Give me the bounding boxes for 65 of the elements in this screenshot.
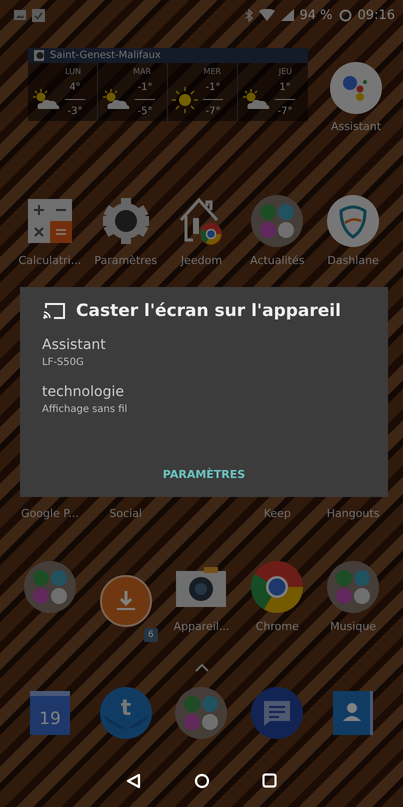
low-temperature: -7° [206,106,220,117]
app-label: Social [109,507,142,520]
app-label: Google P... [21,507,79,520]
folder-icon[interactable] [251,195,304,247]
gear-icon[interactable] [102,197,150,245]
cast-icon [42,302,66,320]
folder-icon[interactable] [327,561,380,613]
app-label: Actualités [250,254,304,267]
app-label: Appareil... [174,620,230,633]
clock-text: 09:16 [358,8,395,22]
app-label: Keep [264,507,291,520]
settings-button[interactable]: PARAMÈTRES [154,464,254,485]
wifi-icon [258,9,274,21]
sun-icon [172,86,198,112]
home-icon[interactable] [194,773,210,789]
check-icon [32,8,45,22]
battery-text: 94 % [300,8,333,22]
device-item[interactable]: Assistant LF-S50G [42,337,366,368]
app-label: Dashlane [327,254,379,267]
download-icon[interactable] [100,575,152,627]
calculator-icon[interactable] [28,199,72,243]
mail-letter: t [120,696,131,721]
calendar-date: 19 [39,709,61,729]
shield-icon[interactable] [327,195,380,247]
app-label: Calculatri... [18,254,82,267]
device-item[interactable]: technologie Affichage sans fil [42,384,366,415]
battery-ring-icon [338,8,352,22]
high-temperature: 1° [279,82,291,93]
high-temperature: 4° [69,82,81,93]
app-label: Jeedom [180,254,222,267]
app-label: Assistant [330,120,382,133]
app-label: Hangouts [326,507,380,520]
folder-icon[interactable] [24,561,76,613]
app-label: Paramètres [94,254,158,267]
day-label: LUN [65,67,81,76]
recents-icon[interactable] [262,773,277,788]
sun-cloud-icon [32,88,60,110]
day-label: JEU [278,67,292,76]
caret-up-icon[interactable] [194,664,208,672]
folder-icon[interactable] [175,687,228,739]
calendar-icon[interactable]: 19 [30,691,70,735]
high-temperature: -1° [206,82,220,93]
count-badge: 6 [144,628,158,642]
signal-icon [280,9,294,21]
back-icon[interactable] [126,773,142,789]
image-icon [14,9,26,21]
app-label: Chrome [256,620,299,633]
assistant-icon[interactable] [330,62,382,114]
location-text: Saint-Genest-Malifaux [50,50,161,61]
low-temperature: -7° [278,106,292,117]
sun-cloud-icon [102,88,130,110]
chat-icon[interactable] [251,687,304,739]
bluetooth-icon [244,8,252,22]
camera-icon[interactable] [176,567,226,607]
browser-icon[interactable] [251,561,304,613]
low-temperature: -5° [138,106,152,117]
high-temperature: -1° [138,82,152,93]
day-label: MAR [133,67,151,76]
low-temperature: -3° [68,106,82,117]
day-label: MER [203,67,221,76]
contact-icon[interactable] [333,691,374,735]
app-label: Musique [330,620,376,633]
dialog-title: Caster l'écran sur l'appareil [76,301,341,321]
weather-widget[interactable]: Saint-Genest-Malifaux LUN 4° -3° MAR -1° -5° MER -1° -7° JEU 1° -7° [28,48,308,121]
sun-cloud-icon [242,88,270,110]
